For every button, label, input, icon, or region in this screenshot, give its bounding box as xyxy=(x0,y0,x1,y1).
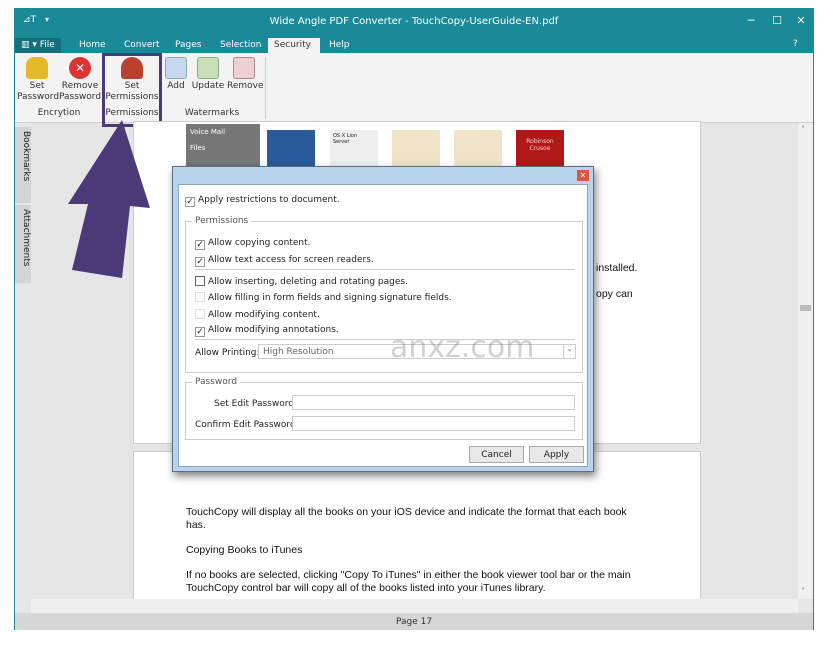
set-password-label: Set Edit Password: xyxy=(214,399,297,409)
close-button[interactable]: ✕ xyxy=(791,14,811,27)
perm-screen-readers-checkbox[interactable]: ✓ Allow text access for screen readers. xyxy=(195,255,374,267)
attachments-tab[interactable]: Attachments xyxy=(15,205,31,283)
label: Bookmarks xyxy=(21,131,31,182)
bookmarks-tab[interactable]: Bookmarks xyxy=(15,127,31,203)
title-bar: ⊿T ▾ Wide Angle PDF Converter - TouchCop… xyxy=(15,9,813,36)
help-icon[interactable]: ? xyxy=(793,39,798,49)
label: Files xyxy=(190,144,206,152)
status-bar: Page 17 xyxy=(15,613,813,630)
tab-selection[interactable]: Selection xyxy=(214,38,267,53)
remove-watermark-button[interactable]: Remove xyxy=(227,57,264,92)
page-heading: Copying Books to iTunes xyxy=(186,544,303,556)
dialog-body: ✓ Apply restrictions to document. Permiss… xyxy=(178,184,588,467)
tab-convert[interactable]: Convert xyxy=(118,38,166,53)
legend: Password xyxy=(192,377,241,387)
thumbnail xyxy=(267,130,315,168)
window-title: Wide Angle PDF Converter - TouchCopy-Use… xyxy=(269,16,559,27)
page-text: opy can xyxy=(596,288,633,300)
legend: Permissions xyxy=(192,216,252,226)
highlight-box xyxy=(102,53,162,127)
tab-file[interactable]: ▥ ▾ File xyxy=(15,38,61,53)
pdf-page: TouchCopy will display all the books on … xyxy=(133,451,701,601)
page-text: If no books are selected, clicking "Copy… xyxy=(186,569,631,594)
minimize-button[interactable]: ─ xyxy=(741,14,761,27)
label: Password xyxy=(17,92,60,102)
thumbnail xyxy=(392,130,440,168)
set-password-input[interactable] xyxy=(292,395,575,410)
tab-home[interactable]: Home xyxy=(73,38,112,53)
divider xyxy=(195,269,575,270)
maximize-button[interactable]: ☐ xyxy=(767,14,787,27)
tab-pages[interactable]: Pages xyxy=(169,38,207,53)
label: Remove xyxy=(227,81,264,91)
perm-pages-checkbox[interactable]: Allow inserting, deleting and rotating p… xyxy=(195,276,408,287)
group-watermarks: Watermarks xyxy=(184,108,240,118)
label: Add xyxy=(167,81,185,91)
remove-password-button[interactable]: ✕ Remove Password xyxy=(59,57,101,103)
arrow-annotation xyxy=(68,120,150,278)
password-group: Password Set Edit Password: Confirm Edit… xyxy=(185,377,583,440)
document-remove-icon xyxy=(233,57,255,79)
divider xyxy=(265,57,266,119)
thumbnail: Voice Mail Files xyxy=(186,124,260,168)
scroll-down-icon[interactable]: ˅ xyxy=(801,587,805,596)
perm-copy-checkbox[interactable]: ✓ Allow copying content. xyxy=(195,238,310,250)
set-permissions-dialog: ✕ ✓ Apply restrictions to document. Permi… xyxy=(172,166,594,472)
dialog-close-button[interactable]: ✕ xyxy=(577,170,589,181)
cancel-button[interactable]: Cancel xyxy=(469,446,524,463)
perm-forms-checkbox[interactable]: Allow filling in form fields and signing… xyxy=(195,292,452,303)
vertical-scrollbar[interactable]: ˄ ˅ xyxy=(798,123,813,599)
label: Apply restrictions to document. xyxy=(198,195,340,205)
selected-value: High Resolution xyxy=(263,347,334,357)
thumbnail xyxy=(454,130,502,168)
side-panel: Bookmarks Attachments xyxy=(15,123,31,615)
remove-icon: ✕ xyxy=(69,57,91,79)
lock-icon xyxy=(26,57,48,79)
ribbon-tabs: ▥ ▾ File Home Convert Pages Selection Se… xyxy=(15,36,813,53)
page-text: TouchCopy will display all the books on … xyxy=(186,506,627,531)
scroll-up-icon[interactable]: ˄ xyxy=(801,125,805,134)
update-watermark-button[interactable]: Update xyxy=(191,57,225,92)
add-watermark-button[interactable]: Add xyxy=(163,57,189,92)
set-password-button[interactable]: Set Password xyxy=(17,57,60,103)
tab-help[interactable]: Help xyxy=(323,38,356,53)
perm-modify-content-checkbox[interactable]: Allow modifying content. xyxy=(195,309,320,320)
confirm-password-input[interactable] xyxy=(292,416,575,431)
label: Voice Mail xyxy=(190,128,226,136)
label: Password xyxy=(59,92,102,102)
document-add-icon xyxy=(165,57,187,79)
confirm-password-label: Confirm Edit Password: xyxy=(195,420,299,430)
document-check-icon xyxy=(197,57,219,79)
page-text: installed. xyxy=(596,262,638,274)
printing-label: Allow Printing: xyxy=(195,348,260,358)
chevron-down-icon[interactable]: ⌄ xyxy=(563,345,575,358)
scroll-thumb[interactable] xyxy=(800,305,811,311)
apply-restrictions-checkbox[interactable]: ✓ Apply restrictions to document. xyxy=(185,195,340,207)
thumbnail: Robinson Crusoe xyxy=(516,130,564,168)
label: Set xyxy=(29,81,45,91)
perm-annotations-checkbox[interactable]: ✓ Allow modifying annotations. xyxy=(195,325,339,337)
tab-label: File xyxy=(39,40,55,50)
label: Attachments xyxy=(21,209,31,267)
apply-button[interactable]: Apply xyxy=(529,446,584,463)
label: Remove xyxy=(61,81,99,91)
thumbnail: OS X Lion Server xyxy=(330,130,378,168)
watermark-logo: anxz.com xyxy=(390,330,535,365)
tab-security[interactable]: Security xyxy=(268,38,320,53)
horizontal-scrollbar[interactable] xyxy=(31,599,798,613)
label: Update xyxy=(191,81,225,91)
group-encryption: Encrytion xyxy=(37,108,81,118)
checkbox[interactable]: ✓ xyxy=(185,197,195,207)
